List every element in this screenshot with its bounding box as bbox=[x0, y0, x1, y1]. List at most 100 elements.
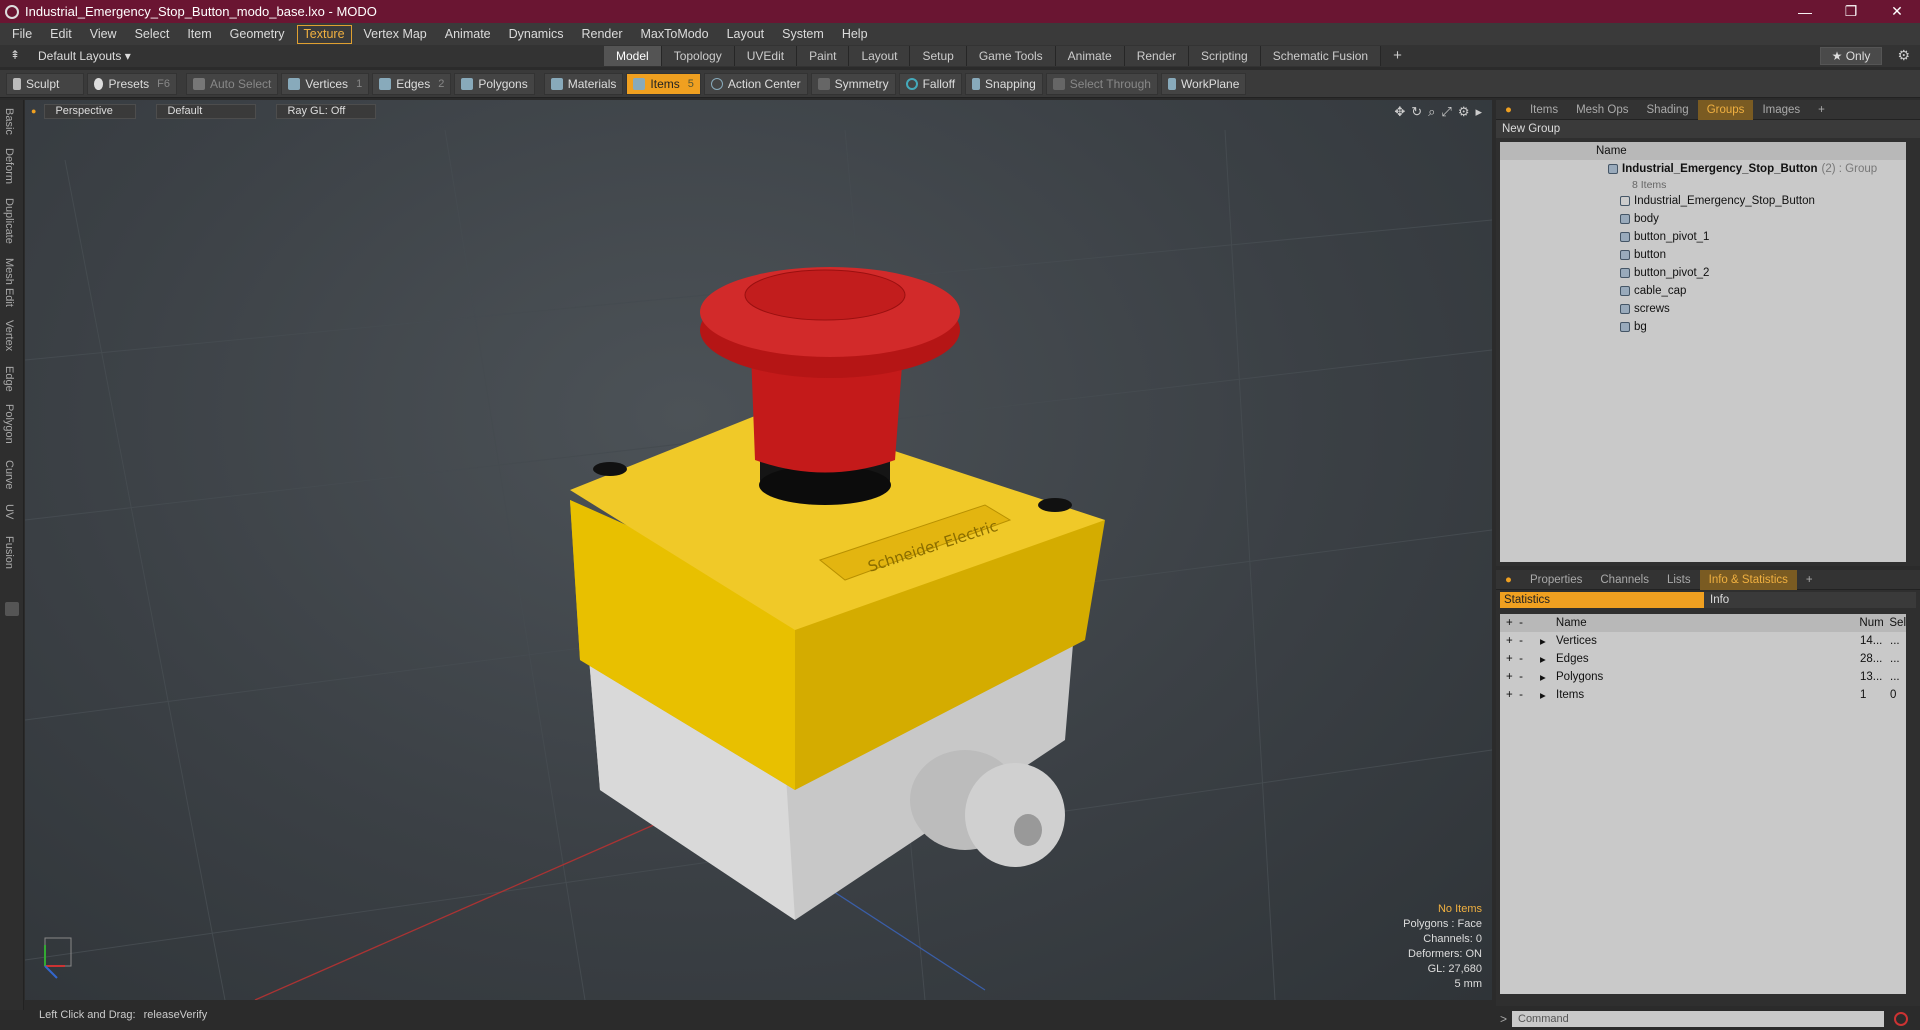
workplane-button[interactable]: WorkPlane bbox=[1160, 72, 1247, 95]
list-item[interactable]: Industrial_Emergency_Stop_Button bbox=[1500, 192, 1906, 210]
vtab-vertex[interactable]: Vertex bbox=[3, 320, 15, 351]
panel-dot-icon[interactable]: ● bbox=[1496, 574, 1521, 586]
layouts-dropdown[interactable]: Default Layouts ▾ bbox=[38, 49, 131, 63]
move-view-icon[interactable]: ✥ bbox=[1394, 104, 1405, 120]
add-panel-tab-icon[interactable]: + bbox=[1797, 574, 1822, 586]
list-item[interactable]: screws bbox=[1500, 300, 1906, 318]
tab-shading[interactable]: Shading bbox=[1638, 104, 1698, 116]
expand-arrow-icon[interactable]: ▸ bbox=[1540, 652, 1556, 666]
menu-item[interactable]: Item bbox=[181, 26, 217, 43]
group-row[interactable]: Industrial_Emergency_Stop_Button (2) : G… bbox=[1500, 160, 1906, 178]
command-input[interactable]: Command bbox=[1512, 1011, 1884, 1027]
list-item[interactable]: button_pivot_1 bbox=[1500, 228, 1906, 246]
menu-vertex-map[interactable]: Vertex Map bbox=[358, 26, 433, 43]
tab-lists[interactable]: Lists bbox=[1658, 574, 1700, 586]
menu-select[interactable]: Select bbox=[129, 26, 176, 43]
rotate-view-icon[interactable]: ↻ bbox=[1411, 104, 1422, 120]
vtab-basic[interactable]: Basic bbox=[3, 108, 15, 135]
tab-scripting[interactable]: Scripting bbox=[1189, 46, 1261, 66]
panel-toggle-icon[interactable] bbox=[5, 602, 19, 616]
vtab-duplicate[interactable]: Duplicate bbox=[3, 198, 15, 244]
menu-dynamics[interactable]: Dynamics bbox=[503, 26, 570, 43]
list-item[interactable]: button bbox=[1500, 246, 1906, 264]
subtab-statistics[interactable]: Statistics bbox=[1500, 592, 1704, 608]
list-item[interactable]: button_pivot_2 bbox=[1500, 264, 1906, 282]
menu-edit[interactable]: Edit bbox=[44, 26, 78, 43]
symmetry-button[interactable]: Symmetry bbox=[810, 72, 896, 95]
menu-system[interactable]: System bbox=[776, 26, 830, 43]
vtab-edge[interactable]: Edge bbox=[3, 366, 15, 392]
tab-mesh-ops[interactable]: Mesh Ops bbox=[1567, 104, 1637, 116]
maximize-button[interactable]: ❐ bbox=[1828, 0, 1874, 23]
tab-schematic-fusion[interactable]: Schematic Fusion bbox=[1260, 46, 1382, 66]
shading-dropdown[interactable]: Default bbox=[156, 103, 257, 119]
action-center-button[interactable]: Action Center bbox=[703, 72, 808, 95]
list-item[interactable]: bg bbox=[1500, 318, 1906, 336]
presets-button[interactable]: Presets F6 bbox=[87, 72, 177, 95]
vtab-polygon[interactable]: Polygon bbox=[3, 404, 15, 444]
tab-topology[interactable]: Topology bbox=[661, 46, 735, 66]
table-row[interactable]: + - ▸ Polygons 13...... bbox=[1500, 668, 1906, 686]
auto-select-button[interactable]: Auto Select bbox=[186, 72, 279, 95]
close-button[interactable]: ✕ bbox=[1874, 0, 1920, 23]
add-tab-icon[interactable]: + bbox=[1381, 46, 1414, 66]
minimize-button[interactable]: — bbox=[1782, 0, 1828, 23]
select-through-button[interactable]: Select Through bbox=[1045, 72, 1158, 95]
vertices-button[interactable]: Vertices 1 bbox=[281, 72, 370, 95]
list-item[interactable]: body bbox=[1500, 210, 1906, 228]
menu-animate[interactable]: Animate bbox=[439, 26, 497, 43]
table-row[interactable]: + - ▸ Items 1 0 bbox=[1500, 686, 1906, 704]
menu-render[interactable]: Render bbox=[576, 26, 629, 43]
tab-animate[interactable]: Animate bbox=[1055, 46, 1125, 66]
tab-images[interactable]: Images bbox=[1753, 104, 1809, 116]
tab-items[interactable]: Items bbox=[1521, 104, 1567, 116]
polygons-button[interactable]: Polygons bbox=[454, 72, 535, 95]
col-name-header[interactable]: Name bbox=[1556, 617, 1860, 629]
tab-setup[interactable]: Setup bbox=[910, 46, 967, 66]
vtab-fusion[interactable]: Fusion bbox=[3, 536, 15, 569]
subtab-info[interactable]: Info bbox=[1704, 592, 1916, 608]
tab-layout[interactable]: Layout bbox=[849, 46, 911, 66]
zoom-view-icon[interactable]: ⌕ bbox=[1428, 104, 1435, 120]
tab-info-statistics[interactable]: Info & Statistics bbox=[1699, 569, 1797, 590]
expand-arrow-icon[interactable]: ▸ bbox=[1540, 634, 1556, 648]
list-item[interactable]: cable_cap bbox=[1500, 282, 1906, 300]
expand-arrow-icon[interactable]: ▸ bbox=[1540, 688, 1556, 702]
collapse-icon[interactable]: ⇞ bbox=[10, 48, 20, 62]
col-name-header[interactable]: Name bbox=[1596, 145, 1627, 157]
snapping-button[interactable]: Snapping bbox=[965, 72, 1043, 95]
sculpt-button[interactable]: Sculpt bbox=[6, 72, 84, 95]
vtab-mesh-edit[interactable]: Mesh Edit bbox=[3, 258, 15, 307]
viewport-settings-icon[interactable]: ⚙ bbox=[1458, 104, 1470, 120]
3d-viewport[interactable]: Schneider Electric ● Perspective Default… bbox=[25, 100, 1492, 1000]
tab-groups[interactable]: Groups bbox=[1697, 99, 1754, 120]
menu-texture[interactable]: Texture bbox=[296, 24, 352, 44]
menu-file[interactable]: File bbox=[6, 26, 38, 43]
table-row[interactable]: + - ▸ Vertices 14...... bbox=[1500, 632, 1906, 650]
tab-game-tools[interactable]: Game Tools bbox=[966, 46, 1056, 66]
viewport-dot-icon[interactable]: ● bbox=[31, 106, 36, 116]
tab-model[interactable]: Model bbox=[604, 46, 662, 66]
materials-button[interactable]: Materials bbox=[543, 72, 624, 95]
menu-layout[interactable]: Layout bbox=[721, 26, 771, 43]
vtab-curve[interactable]: Curve bbox=[3, 460, 15, 489]
view-type-dropdown[interactable]: Perspective bbox=[44, 103, 137, 119]
edges-button[interactable]: Edges 2 bbox=[372, 72, 452, 95]
items-button[interactable]: Items 5 bbox=[626, 72, 701, 95]
settings-gear-icon[interactable]: ⚙ bbox=[1897, 47, 1910, 64]
tab-paint[interactable]: Paint bbox=[797, 46, 850, 66]
vtab-deform[interactable]: Deform bbox=[3, 148, 15, 184]
menu-help[interactable]: Help bbox=[836, 26, 874, 43]
table-row[interactable]: + - ▸ Edges 28...... bbox=[1500, 650, 1906, 668]
viewport-expand-icon[interactable]: ▸ bbox=[1475, 104, 1482, 120]
falloff-button[interactable]: Falloff bbox=[898, 72, 963, 95]
tab-render[interactable]: Render bbox=[1124, 46, 1190, 66]
col-sel-header[interactable]: Sel bbox=[1889, 617, 1906, 629]
vtab-uv[interactable]: UV bbox=[3, 504, 15, 519]
add-panel-tab-icon[interactable]: + bbox=[1809, 104, 1834, 116]
tab-properties[interactable]: Properties bbox=[1521, 574, 1591, 586]
new-group-button[interactable]: New Group bbox=[1502, 123, 1560, 135]
only-button[interactable]: ★ Only bbox=[1820, 47, 1882, 65]
menu-geometry[interactable]: Geometry bbox=[224, 26, 291, 43]
tab-uvedit[interactable]: UVEdit bbox=[734, 46, 798, 66]
